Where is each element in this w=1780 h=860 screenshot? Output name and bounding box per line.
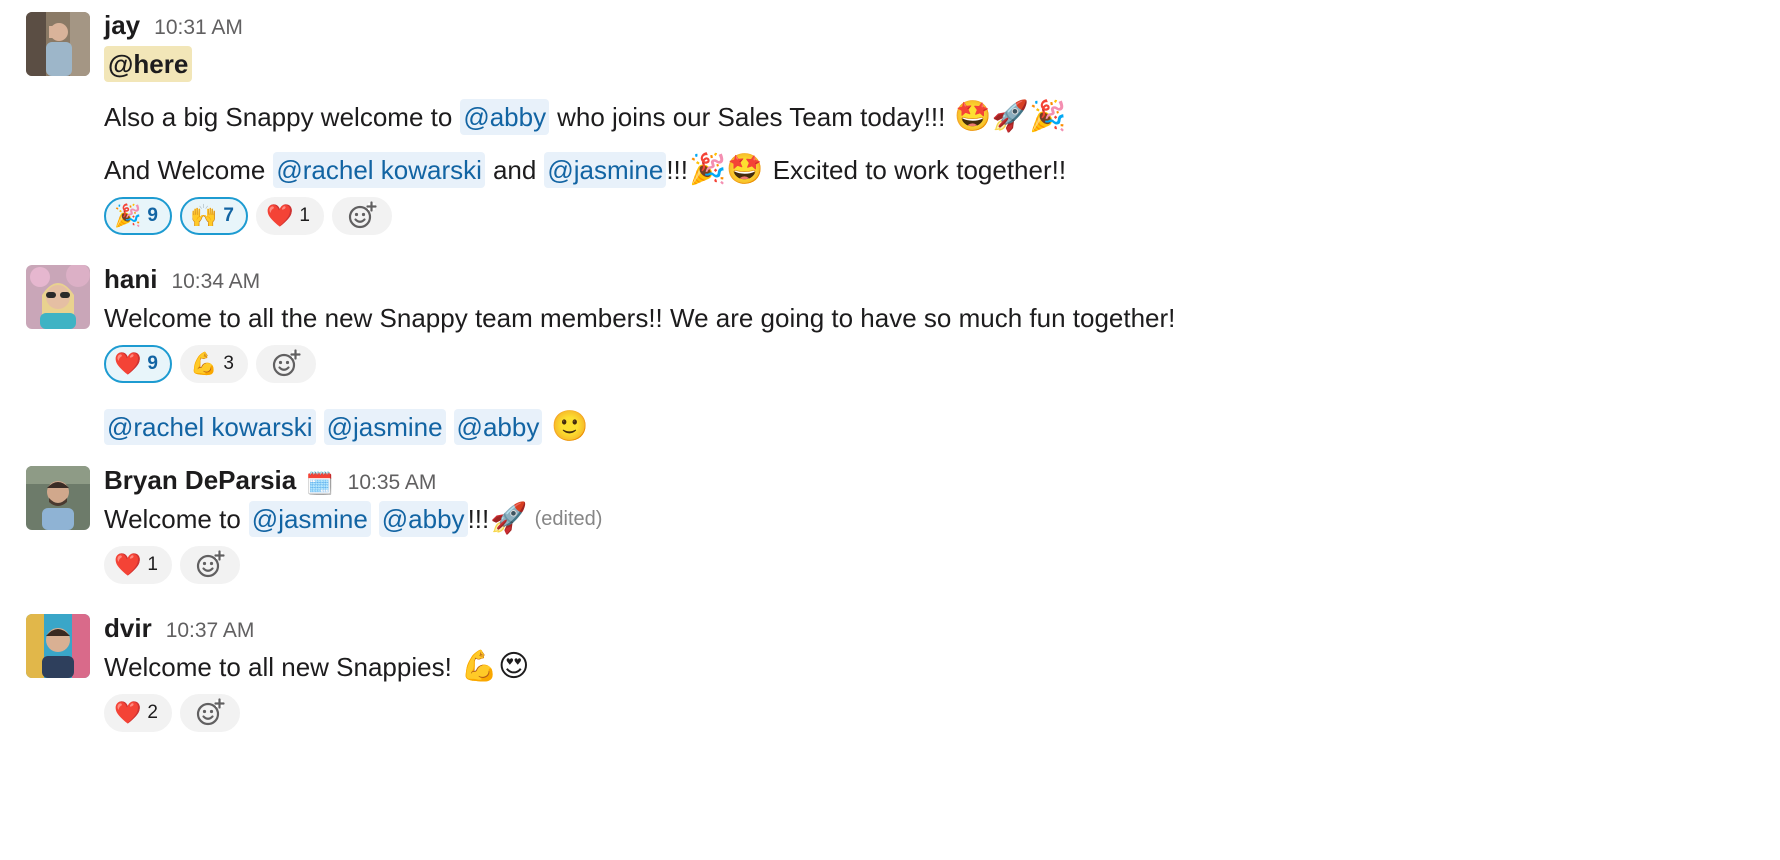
message-text: And Welcome @rachel kowarski and @jasmin… bbox=[104, 152, 1066, 188]
text: Also a big Snappy welcome to bbox=[104, 102, 453, 132]
reaction-pill[interactable]: 🙌 7 bbox=[179, 197, 248, 235]
user-mention[interactable]: @jasmine bbox=[544, 152, 667, 188]
user-mention[interactable]: @abby bbox=[453, 409, 543, 445]
user-mention[interactable]: @rachel kowarski bbox=[273, 152, 485, 188]
user-mention[interactable]: @rachel kowarski bbox=[104, 409, 316, 445]
text: Welcome to bbox=[104, 504, 241, 534]
message-header: hani 10:34 AM bbox=[104, 264, 260, 295]
avatar[interactable] bbox=[26, 614, 90, 678]
slightly-smiling-face-icon: 🙂 bbox=[551, 409, 589, 444]
avatar[interactable] bbox=[26, 265, 90, 329]
rocket-icon: 🚀 bbox=[490, 501, 528, 536]
reaction-count: 7 bbox=[223, 205, 234, 226]
message-header: jay 10:31 AM bbox=[104, 10, 243, 41]
reaction-pill[interactable]: ❤️ 9 bbox=[104, 345, 172, 383]
reaction-pill[interactable]: ❤️ 2 bbox=[104, 694, 172, 732]
avatar[interactable] bbox=[26, 12, 90, 76]
text: Welcome to all new Snappies! bbox=[104, 652, 452, 682]
heart-icon: ❤️ bbox=[114, 552, 142, 578]
message-header: Bryan DeParsia 🗓️ 10:35 AM bbox=[104, 465, 436, 496]
reaction-pill[interactable]: 💪 3 bbox=[179, 345, 248, 383]
add-reaction-button[interactable] bbox=[331, 197, 392, 235]
add-reaction-icon bbox=[196, 698, 225, 726]
heart-icon: ❤️ bbox=[265, 203, 294, 229]
reaction-bar: ❤️ 2 bbox=[104, 694, 240, 732]
inline-emoji: 💪😍 bbox=[460, 649, 530, 684]
heart-icon: ❤️ bbox=[114, 700, 142, 726]
author-name[interactable]: dvir bbox=[104, 613, 152, 644]
author-name[interactable]: hani bbox=[104, 264, 157, 295]
reaction-bar: ❤️ 9 💪 3 bbox=[104, 345, 316, 383]
message-text: Welcome to @jasmine @abby !!! 🚀 (edited) bbox=[104, 501, 602, 537]
timestamp[interactable]: 10:34 AM bbox=[171, 270, 260, 294]
text: who joins our Sales Team today!!! bbox=[557, 102, 946, 132]
reaction-bar: 🎉 9 🙌 7 ❤️ 1 bbox=[104, 197, 392, 235]
party-popper-icon: 🎉 bbox=[114, 203, 142, 229]
add-reaction-button[interactable] bbox=[179, 546, 240, 584]
reaction-count: 1 bbox=[299, 205, 310, 226]
author-name[interactable]: Bryan DeParsia bbox=[104, 465, 296, 496]
edited-label: (edited) bbox=[534, 508, 603, 530]
add-reaction-icon bbox=[348, 201, 377, 229]
add-reaction-icon bbox=[196, 550, 225, 578]
inline-emoji: 🎉🤩 bbox=[688, 152, 764, 187]
message-feed: jay 10:31 AM @here Also a big Snappy wel… bbox=[0, 0, 1780, 860]
reaction-bar: ❤️ 1 bbox=[104, 546, 240, 584]
avatar[interactable] bbox=[26, 466, 90, 530]
message-text: Also a big Snappy welcome to @abby who j… bbox=[104, 99, 1067, 135]
text: Welcome to all the new Snappy team membe… bbox=[104, 303, 1176, 333]
message-text: Welcome to all new Snappies! 💪😍 bbox=[104, 649, 530, 685]
flexed-biceps-icon: 💪 bbox=[189, 351, 218, 377]
user-mention[interactable]: @jasmine bbox=[248, 501, 371, 537]
add-reaction-button[interactable] bbox=[179, 694, 240, 732]
heart-icon: ❤️ bbox=[114, 351, 142, 377]
text: And Welcome bbox=[104, 155, 266, 185]
timestamp[interactable]: 10:35 AM bbox=[348, 471, 437, 495]
reaction-pill[interactable]: ❤️ 1 bbox=[104, 546, 172, 584]
message-text: Welcome to all the new Snappy team membe… bbox=[104, 300, 1175, 336]
author-name[interactable]: jay bbox=[104, 10, 140, 41]
text: Excited to work together!! bbox=[772, 155, 1067, 185]
reaction-pill[interactable]: 🎉 9 bbox=[104, 197, 172, 235]
inline-emoji: 🤩🚀🎉 bbox=[954, 99, 1067, 134]
reaction-count: 3 bbox=[223, 353, 234, 374]
add-reaction-button[interactable] bbox=[255, 345, 316, 383]
reaction-count: 9 bbox=[147, 353, 158, 374]
text: !!! bbox=[666, 155, 688, 185]
message-text: @here bbox=[104, 46, 193, 82]
reaction-pill[interactable]: ❤️ 1 bbox=[255, 197, 324, 235]
user-mention[interactable]: @jasmine bbox=[323, 409, 446, 445]
text: !!! bbox=[467, 504, 490, 534]
reaction-count: 2 bbox=[147, 702, 158, 723]
timestamp[interactable]: 10:31 AM bbox=[154, 16, 243, 40]
user-mention[interactable]: @abby bbox=[378, 501, 468, 537]
message-header: dvir 10:37 AM bbox=[104, 613, 254, 644]
add-reaction-icon bbox=[272, 349, 301, 377]
message-text: @rachel kowarski @jasmine @abby 🙂 bbox=[104, 409, 590, 445]
reaction-count: 1 bbox=[147, 554, 158, 575]
timestamp[interactable]: 10:37 AM bbox=[166, 619, 255, 643]
user-mention[interactable]: @abby bbox=[460, 99, 550, 135]
calendar-status-icon[interactable]: 🗓️ bbox=[306, 471, 333, 497]
reaction-count: 9 bbox=[147, 205, 158, 226]
custom-emoji-icon: 🙌 bbox=[189, 203, 218, 229]
here-mention[interactable]: @here bbox=[104, 46, 193, 82]
text: and bbox=[492, 155, 537, 185]
